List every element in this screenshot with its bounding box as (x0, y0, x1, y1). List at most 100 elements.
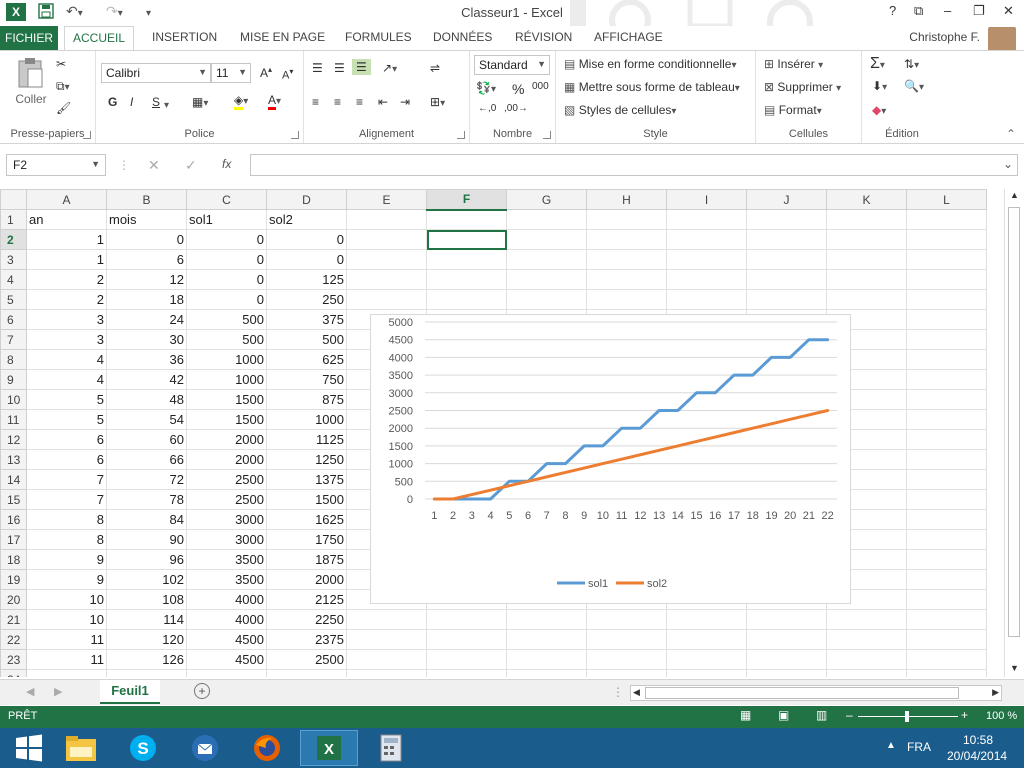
cell[interactable]: 7 (26, 469, 107, 490)
cell[interactable] (906, 489, 987, 510)
vertical-scroll-thumb[interactable] (1008, 207, 1020, 637)
cell[interactable]: 10 (26, 609, 107, 630)
start-button[interactable] (0, 730, 58, 766)
cell[interactable]: 0 (186, 229, 267, 250)
format-painter-icon[interactable]: 🖌 (56, 101, 71, 115)
cell[interactable]: 2 (26, 269, 107, 290)
increase-decimal-icon[interactable]: ←,0 (478, 103, 496, 114)
cell[interactable]: 4000 (186, 609, 267, 630)
cell[interactable] (906, 509, 987, 530)
cell[interactable]: 6 (26, 449, 107, 470)
underline-dropdown-icon[interactable]: ▾ (164, 97, 169, 111)
cell[interactable] (906, 449, 987, 470)
underline-button[interactable]: S (152, 95, 160, 109)
cell[interactable] (826, 669, 907, 677)
cell[interactable]: 1125 (266, 429, 347, 450)
cell[interactable]: 1 (26, 249, 107, 270)
minimize-button[interactable]: – (944, 3, 951, 18)
cell[interactable]: 1000 (266, 409, 347, 430)
next-sheet-icon[interactable]: ▶ (54, 685, 62, 698)
cell[interactable] (906, 249, 987, 270)
cell[interactable]: 1250 (266, 449, 347, 470)
row-header[interactable]: 15 (0, 489, 27, 510)
decrease-font-icon[interactable]: A▾ (282, 67, 293, 82)
cell[interactable]: 0 (266, 229, 347, 250)
align-center-icon[interactable]: ≡ (334, 95, 341, 109)
cell[interactable]: 1750 (266, 529, 347, 550)
cell[interactable] (906, 529, 987, 550)
cell[interactable] (906, 429, 987, 450)
cell[interactable]: 2500 (186, 469, 267, 490)
align-left-icon[interactable]: ≡ (312, 95, 319, 109)
cell[interactable]: 30 (106, 329, 187, 350)
align-top-icon[interactable]: ☰ (312, 61, 323, 75)
cell[interactable]: 1 (26, 229, 107, 250)
cell[interactable]: 7 (26, 489, 107, 510)
cell[interactable]: 875 (266, 389, 347, 410)
cell[interactable] (506, 629, 587, 650)
cell[interactable]: 0 (186, 269, 267, 290)
cell[interactable] (586, 289, 667, 310)
cell[interactable]: 4500 (186, 649, 267, 670)
cell[interactable]: sol1 (186, 209, 267, 230)
cell[interactable]: 42 (106, 369, 187, 390)
cell[interactable] (506, 289, 587, 310)
cell[interactable]: 96 (106, 549, 187, 570)
zoom-out-button[interactable]: – (846, 708, 853, 722)
cell[interactable]: 60 (106, 429, 187, 450)
avatar[interactable] (988, 27, 1016, 51)
restore-button[interactable]: ❐ (973, 3, 985, 19)
cell[interactable]: 4000 (186, 589, 267, 610)
cell[interactable] (746, 249, 827, 270)
cell[interactable] (26, 669, 107, 677)
cell[interactable]: 18 (106, 289, 187, 310)
cell[interactable] (426, 649, 507, 670)
cell[interactable]: 750 (266, 369, 347, 390)
cell[interactable]: 8 (26, 509, 107, 530)
cell[interactable] (906, 629, 987, 650)
cell[interactable] (426, 209, 507, 230)
cell-styles-button[interactable]: ▧ Styles de cellules▾ (564, 103, 676, 117)
cell[interactable]: 8 (26, 529, 107, 550)
cell[interactable] (826, 229, 907, 250)
align-right-icon[interactable]: ≡ (356, 95, 363, 109)
delete-cells-button[interactable]: ⊠ Supprimer ▾ (764, 80, 841, 94)
cell[interactable]: 500 (266, 329, 347, 350)
scroll-left-icon[interactable]: ◀ (633, 687, 640, 698)
insert-function-button[interactable]: fx (222, 157, 231, 171)
row-header[interactable]: 22 (0, 629, 27, 650)
taskbar-skype[interactable]: S (114, 730, 172, 766)
increase-indent-icon[interactable]: ⇥ (400, 95, 410, 109)
cell[interactable]: 5 (26, 389, 107, 410)
cell[interactable] (906, 669, 987, 677)
column-header-l[interactable]: L (906, 189, 987, 210)
fill-color-icon[interactable]: ◈▾ (234, 93, 248, 110)
cell[interactable] (346, 289, 427, 310)
cell[interactable]: 11 (26, 649, 107, 670)
cell[interactable]: 9 (26, 569, 107, 590)
confirm-entry-icon[interactable]: ✓ (185, 157, 197, 174)
cell[interactable]: 72 (106, 469, 187, 490)
cell[interactable] (346, 669, 427, 677)
page-layout-view-icon[interactable]: ▣ (778, 708, 789, 722)
orientation-icon[interactable]: ↗▾ (382, 61, 397, 75)
cell[interactable] (746, 629, 827, 650)
cell[interactable]: 126 (106, 649, 187, 670)
format-as-table-button[interactable]: ▦ Mettre sous forme de tableau▾ (564, 80, 740, 94)
row-header[interactable]: 1 (0, 209, 27, 230)
zoom-slider-thumb[interactable] (905, 711, 909, 722)
tab-review[interactable]: RÉVISION (515, 30, 572, 44)
cell[interactable]: 4 (26, 369, 107, 390)
row-header[interactable]: 11 (0, 409, 27, 430)
alignment-launcher-icon[interactable] (457, 131, 465, 139)
column-header-c[interactable]: C (186, 189, 267, 210)
column-header-b[interactable]: B (106, 189, 187, 210)
row-header[interactable]: 12 (0, 429, 27, 450)
collapse-ribbon-icon[interactable]: ⌃ (1006, 127, 1016, 141)
cell[interactable] (666, 649, 747, 670)
cell[interactable]: 4 (26, 349, 107, 370)
cell[interactable]: 108 (106, 589, 187, 610)
page-break-view-icon[interactable]: ▥ (816, 708, 827, 722)
cell[interactable] (666, 629, 747, 650)
cell[interactable] (346, 629, 427, 650)
